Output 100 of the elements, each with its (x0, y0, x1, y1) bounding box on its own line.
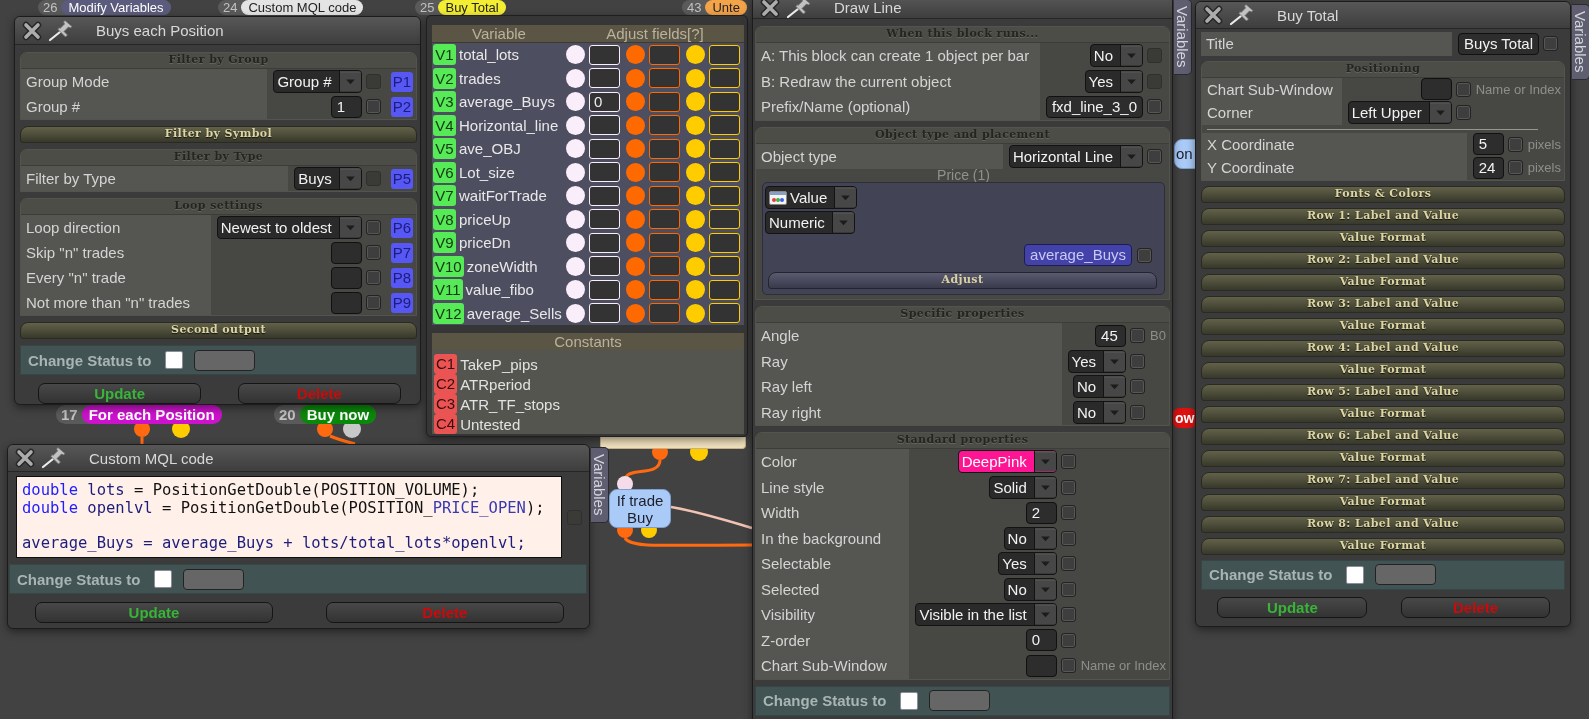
checkbox[interactable] (1507, 160, 1523, 176)
text-field[interactable]: 2 (1025, 501, 1057, 524)
pin-icon[interactable] (1228, 4, 1256, 26)
dropdown[interactable]: Numeric (765, 211, 855, 234)
checkbox[interactable] (1130, 328, 1146, 344)
text-field[interactable] (649, 256, 680, 277)
dropdown[interactable]: No (1003, 577, 1057, 601)
status-field[interactable] (194, 349, 256, 371)
node-title[interactable]: Custom MQL code (241, 0, 364, 15)
text-field[interactable]: 0 (1025, 629, 1057, 652)
dropdown[interactable]: Yes (1084, 69, 1143, 93)
text-field[interactable] (649, 209, 680, 230)
flow-node[interactable]: 43 Unte (682, 0, 747, 15)
update-button[interactable]: Update (37, 383, 202, 404)
node-title[interactable]: Modify Variables (61, 0, 171, 15)
status-field[interactable] (183, 568, 245, 590)
checkbox[interactable] (1060, 658, 1076, 674)
close-icon[interactable] (1203, 5, 1223, 25)
section-header[interactable]: Adjust (768, 272, 1157, 289)
node-title[interactable]: Buy now (299, 405, 377, 424)
checkbox[interactable] (165, 351, 184, 369)
text-field[interactable] (1420, 78, 1452, 101)
flow-node[interactable] (600, 437, 746, 449)
pin-icon[interactable] (47, 19, 75, 42)
text-field[interactable]: 0 (589, 91, 620, 112)
update-button[interactable]: Update (1217, 596, 1368, 618)
pin-icon[interactable] (785, 0, 813, 19)
text-field[interactable]: 1 (330, 95, 362, 118)
dropdown[interactable]: Value (765, 186, 858, 209)
dropdown[interactable]: Newest to oldest (216, 216, 362, 239)
checkbox[interactable] (365, 220, 381, 235)
checkbox[interactable] (1346, 565, 1365, 584)
text-field[interactable]: 5 (1472, 133, 1504, 156)
section-header[interactable]: Value Format (1201, 229, 1565, 247)
section-header[interactable]: Row 4: Label and Value (1201, 339, 1565, 357)
text-field[interactable] (649, 279, 680, 300)
text-field[interactable] (649, 44, 680, 65)
section-header[interactable]: Row 1: Label and Value (1201, 207, 1565, 225)
section-header[interactable]: Second output (20, 322, 417, 339)
checkbox[interactable] (1060, 530, 1076, 546)
checkbox[interactable] (1455, 81, 1471, 97)
node-title[interactable]: Unte (705, 0, 747, 15)
text-field[interactable] (330, 266, 362, 289)
text-field[interactable]: 45 (1095, 324, 1127, 347)
text-field[interactable]: Buys Total (1458, 32, 1539, 55)
node-title[interactable]: Buy Total (438, 0, 506, 15)
section-header[interactable]: Value Format (1201, 405, 1565, 423)
close-icon[interactable] (760, 0, 780, 18)
flow-node[interactable]: 24 Custom MQL code (218, 0, 364, 15)
section-header[interactable]: Value Format (1201, 317, 1565, 335)
status-field[interactable] (1375, 564, 1437, 585)
text-field[interactable] (649, 185, 680, 206)
checkbox[interactable] (1507, 136, 1523, 152)
section-header[interactable]: Value Format (1201, 449, 1565, 467)
checkbox[interactable] (1130, 379, 1146, 395)
section-header[interactable]: Row 8: Label and Value (1201, 515, 1565, 533)
dropdown[interactable]: Horizontal Line (1008, 144, 1143, 168)
text-field[interactable]: fxd_line_3_0 (1045, 95, 1143, 118)
section-header[interactable]: Value Format (1201, 273, 1565, 291)
section-header[interactable]: Row 2: Label and Value (1201, 251, 1565, 269)
text-field[interactable] (649, 232, 680, 253)
pin-icon[interactable] (40, 447, 68, 469)
checkbox[interactable] (1455, 105, 1471, 121)
checkbox[interactable] (365, 295, 381, 310)
section-header[interactable]: Value Format (1201, 493, 1565, 511)
code-editor[interactable]: double lots = PositionGetDouble(POSITION_VOLUME); double openlvl = PositionGetDouble(POSITION_PRICE_OPEN); average_Buys = average_Buys + lots/total_lots*openlvl; (16, 476, 562, 558)
flow-node[interactable]: 17 For each Position (56, 405, 222, 424)
checkbox[interactable] (1060, 556, 1076, 572)
dropdown[interactable]: Visible in the list (915, 603, 1057, 627)
flow-node[interactable]: 25 Buy Total (415, 0, 506, 15)
text-field[interactable] (330, 291, 362, 314)
text-field[interactable] (1025, 654, 1057, 677)
dropdown[interactable]: Left Upper (1347, 101, 1452, 125)
checkbox[interactable] (1060, 505, 1076, 521)
section-header[interactable]: Filter by Symbol (20, 126, 417, 143)
text-field[interactable] (649, 138, 680, 159)
dropdown[interactable]: Solid (989, 475, 1057, 499)
checkbox[interactable] (365, 270, 381, 285)
dropdown[interactable]: No (1072, 375, 1127, 399)
checkbox[interactable] (1130, 404, 1146, 420)
flow-node[interactable]: 20 Buy now (274, 405, 377, 424)
variable-tag[interactable]: average_Buys (1024, 244, 1132, 266)
section-header[interactable]: Row 6: Label and Value (1201, 427, 1565, 445)
checkbox[interactable] (1060, 479, 1076, 495)
checkbox[interactable] (365, 245, 381, 260)
checkbox[interactable] (1147, 148, 1162, 164)
dropdown[interactable]: No (1089, 44, 1143, 68)
checkbox[interactable] (365, 99, 381, 114)
status-field[interactable] (929, 690, 991, 711)
close-icon[interactable] (22, 20, 42, 41)
text-field[interactable] (649, 115, 680, 136)
node-title[interactable]: For each Position (81, 405, 222, 424)
text-field[interactable]: 24 (1472, 156, 1504, 179)
dropdown[interactable]: Group # (273, 70, 362, 93)
checkbox[interactable] (1543, 36, 1558, 52)
checkbox[interactable] (1060, 454, 1076, 470)
section-header[interactable]: Value Format (1201, 361, 1565, 379)
checkbox[interactable] (1130, 353, 1146, 369)
text-field[interactable] (649, 91, 680, 112)
section-header[interactable]: Row 7: Label and Value (1201, 471, 1565, 489)
